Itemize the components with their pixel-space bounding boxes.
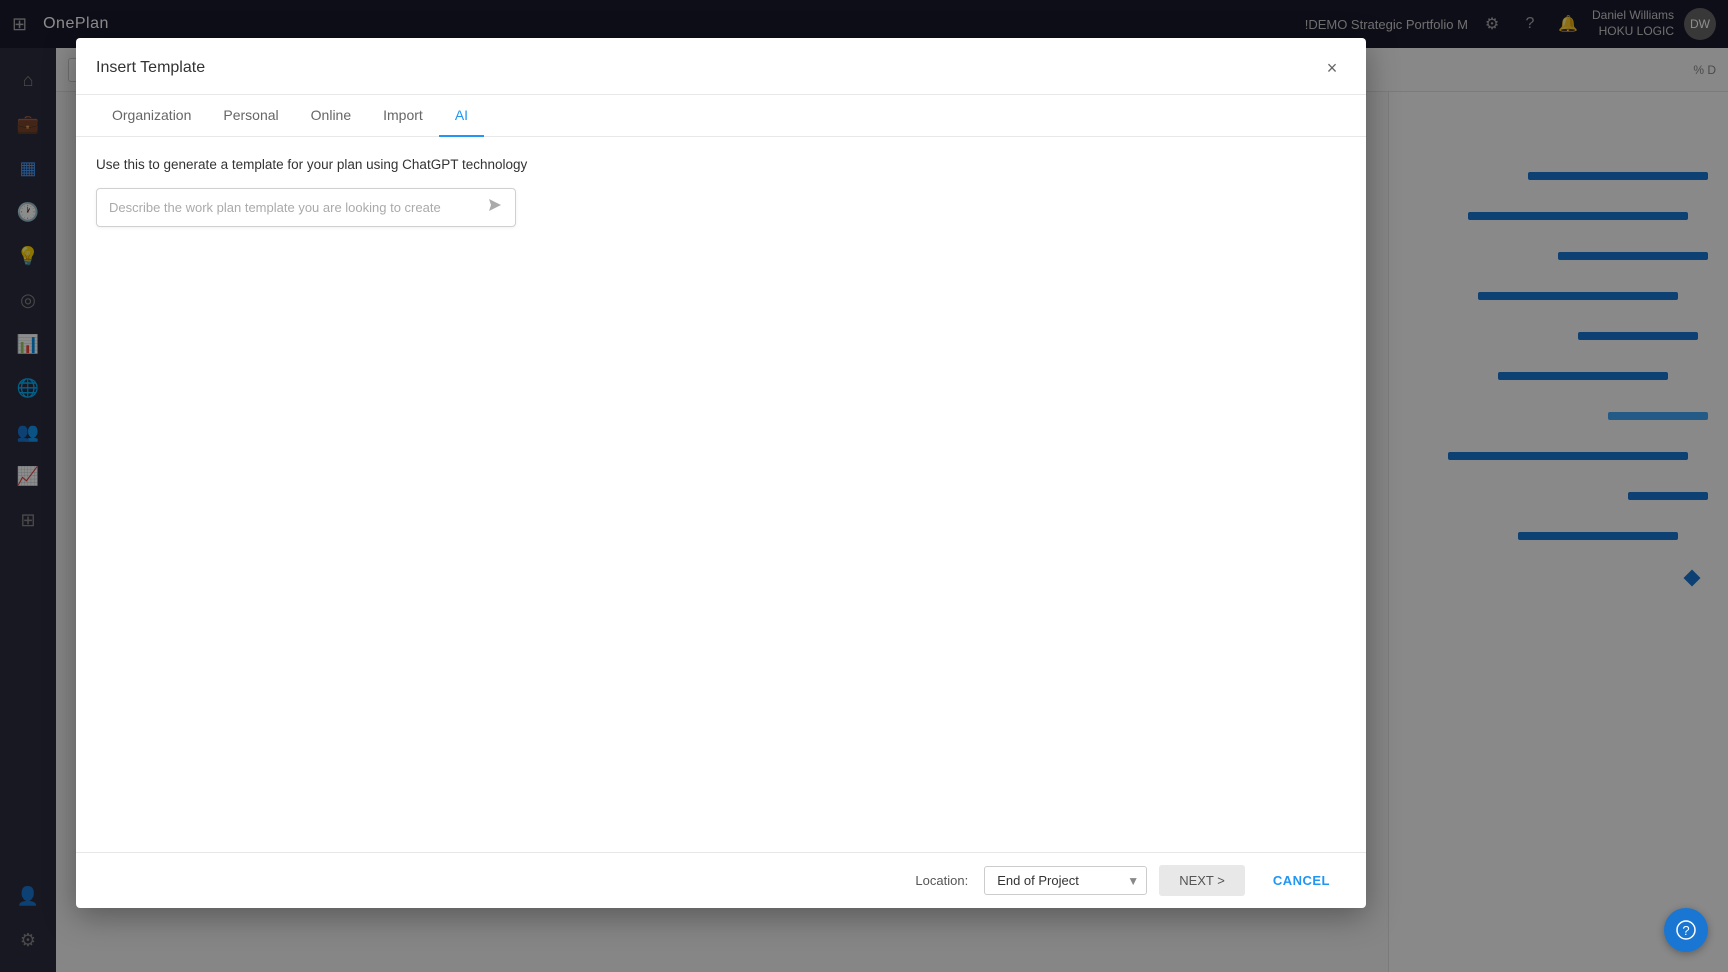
dialog-header: Insert Template ×: [76, 38, 1366, 95]
cancel-button[interactable]: CANCEL: [1257, 865, 1346, 896]
tab-organization[interactable]: Organization: [96, 95, 207, 137]
location-label: Location:: [915, 873, 968, 888]
svg-text:?: ?: [1682, 923, 1689, 938]
ai-input-wrapper[interactable]: [96, 188, 516, 227]
next-button[interactable]: NEXT >: [1159, 865, 1245, 896]
dialog-body: Use this to generate a template for your…: [76, 137, 1366, 852]
close-button[interactable]: ×: [1318, 54, 1346, 82]
tab-online[interactable]: Online: [295, 95, 367, 137]
send-icon[interactable]: [487, 197, 503, 218]
tab-import[interactable]: Import: [367, 95, 439, 137]
floating-help-button[interactable]: ?: [1664, 908, 1708, 952]
dialog-title: Insert Template: [96, 59, 205, 77]
tab-ai[interactable]: AI: [439, 95, 484, 137]
dialog-footer: Location: End of Project Beginning of Pr…: [76, 852, 1366, 908]
ai-prompt-input[interactable]: [109, 200, 479, 215]
insert-template-dialog: Insert Template × Organization Personal …: [76, 38, 1366, 908]
location-select-wrapper[interactable]: End of Project Beginning of Project Afte…: [984, 866, 1147, 895]
dialog-tabs: Organization Personal Online Import AI: [76, 95, 1366, 137]
ai-description: Use this to generate a template for your…: [96, 157, 1346, 172]
tab-personal[interactable]: Personal: [207, 95, 294, 137]
location-select[interactable]: End of Project Beginning of Project Afte…: [984, 866, 1147, 895]
